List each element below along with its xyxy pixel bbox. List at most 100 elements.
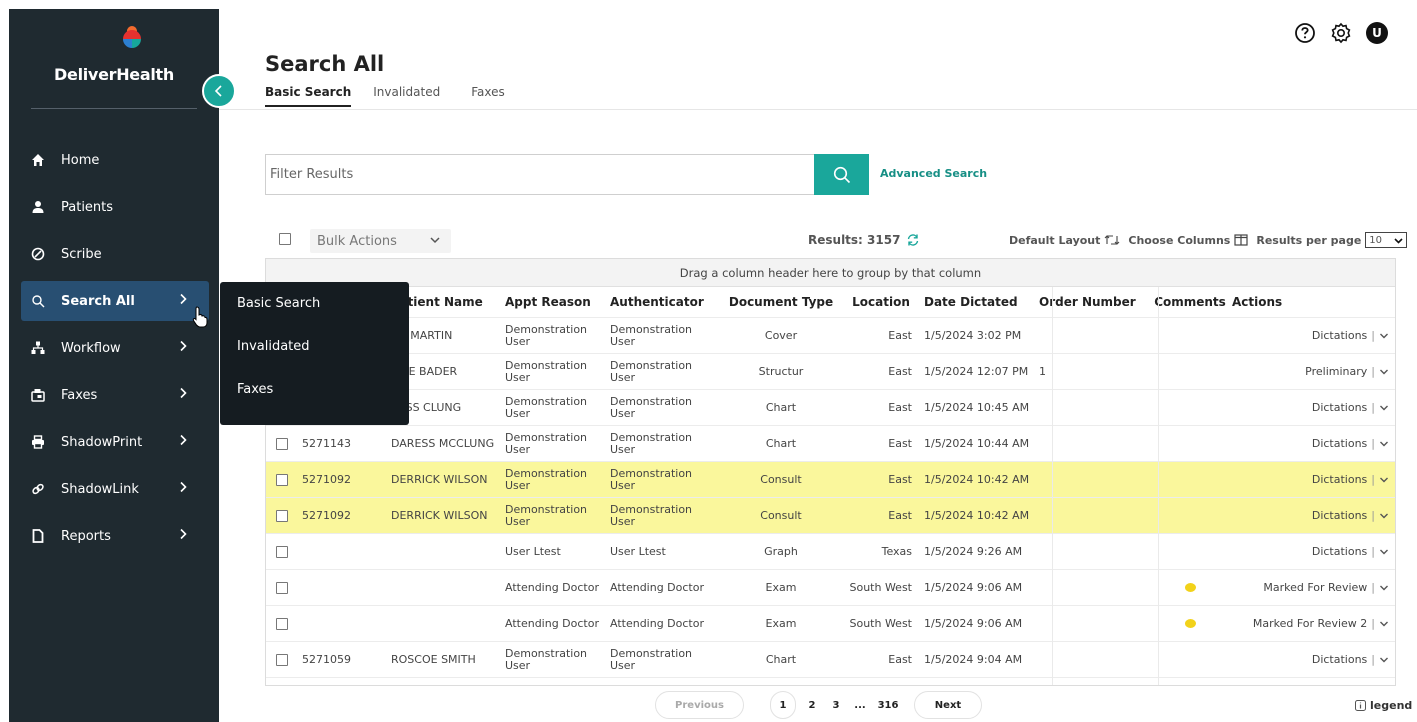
cell-actions[interactable]: Dictations | xyxy=(1230,642,1395,677)
row-checkbox[interactable] xyxy=(276,653,288,666)
cell-actions[interactable]: Marked For Review 2 | xyxy=(1230,606,1395,641)
select-all-checkbox[interactable] xyxy=(279,233,291,245)
cell-actions[interactable]: Dictations | xyxy=(1230,318,1395,353)
header-actions[interactable]: Actions xyxy=(1230,287,1395,317)
table-row[interactable]: 5271059 ROSCOE SMITH Demonstration User Dem… xyxy=(266,642,1395,678)
header-date-dictated[interactable]: Date Dictated xyxy=(920,287,1035,317)
cell-patient-name[interactable]: DERRICK WILSON xyxy=(387,462,501,497)
chevron-down-icon[interactable] xyxy=(1379,475,1389,485)
refresh-icon[interactable] xyxy=(906,233,920,247)
sidebar-item-home[interactable]: Home xyxy=(21,140,209,180)
sidebar-item-shadowprint[interactable]: ShadowPrint xyxy=(21,422,209,462)
action-separator: | xyxy=(1371,508,1375,522)
chevron-down-icon[interactable] xyxy=(1379,439,1389,449)
chevron-down-icon[interactable] xyxy=(1379,331,1389,341)
chevron-down-icon[interactable] xyxy=(1379,583,1389,593)
header-appt-reason[interactable]: Appt Reason xyxy=(501,287,606,317)
choose-columns-link[interactable]: Choose Columns xyxy=(1128,234,1248,247)
table-row[interactable]: 5271143 DARESS MCCLUNG Demonstration User D… xyxy=(266,426,1395,462)
cell-patient-name[interactable] xyxy=(387,534,501,569)
previous-page-button[interactable]: Previous xyxy=(655,691,744,719)
sidebar-item-faxes[interactable]: Faxes xyxy=(21,375,209,415)
comment-bubble-icon[interactable] xyxy=(1184,619,1196,628)
page-316-button[interactable]: 316 xyxy=(872,700,904,711)
bulk-actions-dropdown[interactable]: Bulk Actions xyxy=(310,229,451,253)
cell-patient-name[interactable] xyxy=(387,570,501,605)
cell-comments xyxy=(1150,498,1230,533)
row-checkbox[interactable] xyxy=(276,545,288,558)
cell-patient-name[interactable]: ROSCOE SMITH xyxy=(387,642,501,677)
search-button[interactable] xyxy=(814,154,869,195)
sidebar-item-workflow[interactable]: Workflow xyxy=(21,328,209,368)
comment-bubble-icon[interactable] xyxy=(1184,583,1196,592)
chevron-down-icon[interactable] xyxy=(1379,367,1389,377)
sidebar-item-search-all[interactable]: Search All xyxy=(21,281,209,321)
page-2-button[interactable]: 2 xyxy=(800,700,824,711)
sidebar-item-scribe[interactable]: Scribe xyxy=(21,234,209,274)
group-by-drop-zone[interactable]: Drag a column header here to group by th… xyxy=(266,259,1395,287)
cell-appt-reason: Attending Doctor xyxy=(505,580,599,594)
filter-results-input[interactable]: Filter Results xyxy=(265,154,814,195)
chevron-down-icon[interactable] xyxy=(1379,655,1389,665)
advanced-search-link[interactable]: Advanced Search xyxy=(880,167,987,180)
sidebar-item-shadowlink[interactable]: ShadowLink xyxy=(21,469,209,509)
cell-comments xyxy=(1150,354,1230,389)
tab-invalidated[interactable]: Invalidated xyxy=(373,85,440,107)
collapse-sidebar-button[interactable] xyxy=(202,74,236,108)
sidebar-item-reports[interactable]: Reports xyxy=(21,516,209,556)
cell-appt-reason: Demonstration User xyxy=(505,430,588,456)
page-1-button[interactable]: 1 xyxy=(770,691,796,719)
table-row[interactable]: Attending Doctor Attending Doctor Exam Sout… xyxy=(266,570,1395,606)
table-row[interactable]: 5271092 DERRICK WILSON Demonstration User D… xyxy=(266,462,1395,498)
help-icon[interactable] xyxy=(1294,22,1316,44)
row-checkbox[interactable] xyxy=(276,437,288,450)
cell-patient-name[interactable]: DARESS MCCLUNG xyxy=(387,426,501,461)
legend-link[interactable]: legend xyxy=(1355,699,1412,712)
table-row[interactable]: NA MARTIN Demonstration User Demonstration… xyxy=(266,318,1395,354)
table-row[interactable]: Attending Doctor Attending Doctor Exam Sout… xyxy=(266,606,1395,642)
cell-actions[interactable]: Dictations | xyxy=(1230,498,1395,533)
table-row[interactable]: LINE BADER Demonstration User Demonstratio… xyxy=(266,354,1395,390)
chevron-down-icon[interactable] xyxy=(1379,547,1389,557)
table-row[interactable]: 5271092 DERRICK WILSON Demonstration User D… xyxy=(266,498,1395,534)
cell-location: Texas xyxy=(881,544,912,558)
user-avatar[interactable]: U xyxy=(1366,22,1388,44)
cell-actions[interactable]: Preliminary | xyxy=(1230,354,1395,389)
header-document-type[interactable]: Document Type xyxy=(720,287,842,317)
sidebar-item-label: ShadowLink xyxy=(61,481,139,497)
row-checkbox[interactable] xyxy=(276,473,288,486)
default-layout-link[interactable]: Default Layout xyxy=(1009,234,1120,247)
page-3-button[interactable]: 3 xyxy=(824,700,848,711)
cell-actions[interactable]: Dictations | xyxy=(1230,390,1395,425)
cell-authenticator: Demonstration User xyxy=(610,322,693,348)
cell-patient-name[interactable]: DERRICK WILSON xyxy=(387,498,501,533)
row-checkbox[interactable] xyxy=(276,581,288,594)
table-row[interactable]: RESS CLUNG Demonstration User Demonstratio… xyxy=(266,390,1395,426)
next-page-button[interactable]: Next xyxy=(914,691,982,719)
link-icon xyxy=(31,482,45,496)
sidebar-item-patients[interactable]: Patients xyxy=(21,187,209,227)
cell-actions[interactable]: Marked For Review | xyxy=(1230,570,1395,605)
row-checkbox[interactable] xyxy=(276,617,288,630)
header-comments[interactable]: Comments xyxy=(1150,287,1230,317)
tab-basic-search[interactable]: Basic Search xyxy=(265,85,352,107)
flyout-item-invalidated[interactable]: Invalidated xyxy=(220,325,409,368)
table-row[interactable]: User Ltest User Ltest Graph Texas 1/5/2024 9… xyxy=(266,534,1395,570)
flyout-item-basic-search[interactable]: Basic Search xyxy=(220,282,409,325)
flyout-item-faxes[interactable]: Faxes xyxy=(220,368,409,411)
header-authenticator[interactable]: Authenticator xyxy=(606,287,720,317)
results-per-page-select[interactable]: 10 xyxy=(1365,232,1408,248)
cell-actions[interactable]: Dictations | xyxy=(1230,462,1395,497)
header-location[interactable]: Location xyxy=(842,287,920,317)
row-checkbox[interactable] xyxy=(276,509,288,522)
cell-actions[interactable]: Dictations | xyxy=(1230,534,1395,569)
chevron-down-icon[interactable] xyxy=(1379,403,1389,413)
chevron-down-icon[interactable] xyxy=(1379,619,1389,629)
cell-actions[interactable]: Dictations | xyxy=(1230,426,1395,461)
per-page-value: 10 xyxy=(1369,234,1383,246)
settings-gear-icon[interactable] xyxy=(1330,22,1352,44)
tab-faxes[interactable]: Faxes xyxy=(471,85,505,107)
choose-columns-label: Choose Columns xyxy=(1128,233,1231,247)
chevron-down-icon[interactable] xyxy=(1379,511,1389,521)
cell-patient-name[interactable] xyxy=(387,606,501,641)
